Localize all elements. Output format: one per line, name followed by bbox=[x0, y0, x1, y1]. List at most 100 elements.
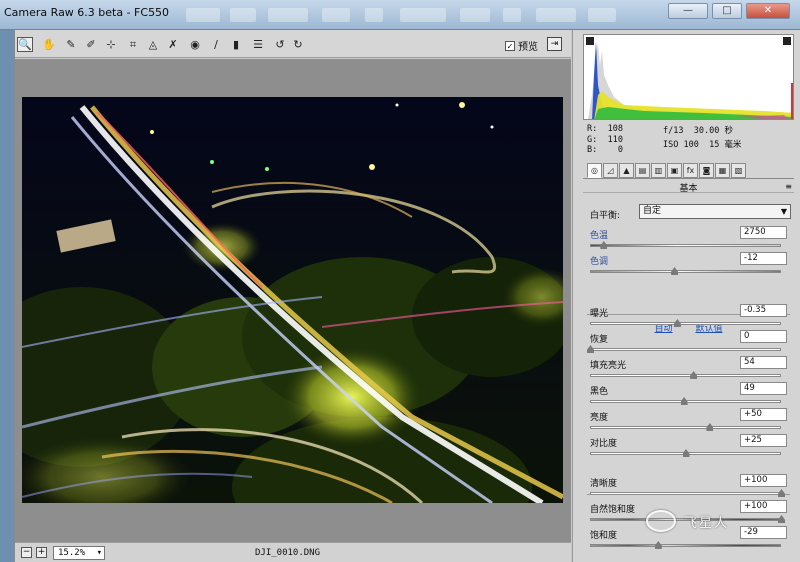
rotate-right-icon[interactable]: ↻ bbox=[290, 37, 306, 52]
zoom-level-select[interactable]: 15.2% ▾ bbox=[53, 546, 105, 560]
temperature-slider-track[interactable] bbox=[590, 244, 781, 247]
contrast-label: 对比度 bbox=[590, 439, 618, 449]
targeted-adjustment-tool-icon[interactable]: ⊹ bbox=[103, 37, 119, 52]
image-canvas[interactable] bbox=[15, 59, 571, 542]
hand-tool-icon[interactable]: ✋ bbox=[41, 37, 57, 52]
straighten-tool-icon[interactable]: ◬ bbox=[145, 37, 161, 52]
exposure-label: 曝光 bbox=[590, 309, 609, 319]
brightness-label: 亮度 bbox=[590, 413, 609, 423]
tint-slider-thumb[interactable] bbox=[671, 267, 679, 275]
temperature-slider-thumb[interactable] bbox=[600, 241, 608, 249]
clarity-slider-thumb[interactable] bbox=[778, 489, 785, 497]
contrast-slider-thumb[interactable] bbox=[682, 449, 690, 457]
brightness-value-field[interactable]: +50 bbox=[740, 408, 787, 421]
blacks-value-field[interactable]: 49 bbox=[740, 382, 787, 395]
night-highway-photo bbox=[22, 97, 563, 503]
exposure-slider-thumb[interactable] bbox=[673, 319, 681, 327]
vibrance-label: 自然饱和度 bbox=[590, 505, 636, 515]
g-value: 110 bbox=[607, 134, 623, 145]
section-title: 基本 ≡ bbox=[583, 181, 794, 194]
minimize-button[interactable]: — bbox=[668, 3, 708, 19]
zoom-in-button[interactable]: + bbox=[36, 547, 47, 558]
white-balance-select[interactable]: 自定 ▼ bbox=[639, 204, 791, 219]
hsl-tab-icon[interactable]: ▤ bbox=[635, 163, 650, 178]
snapshots-tab-icon[interactable]: ▧ bbox=[731, 163, 746, 178]
panel-tabs: ◎ ◿ ▲ ▤ ▥ ▣ fx ◙ ▦ ▧ bbox=[583, 163, 794, 179]
fill-light-slider-track[interactable] bbox=[590, 374, 781, 377]
exposure-slider-row: 曝光 -0.35 bbox=[583, 304, 794, 332]
file-name: DJI_0010.DNG bbox=[255, 548, 321, 558]
split-toning-tab-icon[interactable]: ▥ bbox=[651, 163, 666, 178]
close-button[interactable]: ✕ bbox=[746, 3, 790, 19]
graduated-filter-icon[interactable]: ▮ bbox=[228, 37, 244, 52]
preview-toggle[interactable]: ✓ 预览 bbox=[505, 38, 538, 53]
saturation-slider-track[interactable] bbox=[590, 544, 781, 547]
tint-value-field[interactable]: -12 bbox=[740, 252, 787, 265]
detail-tab-icon[interactable]: ▲ bbox=[619, 163, 634, 178]
contrast-value-field[interactable]: +25 bbox=[740, 434, 787, 447]
effects-tab-icon[interactable]: fx bbox=[683, 163, 698, 178]
aperture: f/13 bbox=[663, 126, 684, 136]
tone-curve-tab-icon[interactable]: ◿ bbox=[603, 163, 618, 178]
camera-calibration-tab-icon[interactable]: ◙ bbox=[699, 163, 714, 178]
red-eye-removal-tool-icon[interactable]: ◉ bbox=[187, 37, 203, 52]
color-sampler-tool-icon[interactable]: ✐ bbox=[83, 37, 99, 52]
tint-slider-track[interactable] bbox=[590, 270, 781, 273]
crop-tool-icon[interactable]: ⌗ bbox=[125, 37, 141, 52]
zoom-tool-icon[interactable]: 🔍 bbox=[17, 37, 33, 52]
preview-checkbox[interactable]: ✓ bbox=[505, 40, 515, 51]
vibrance-slider-thumb[interactable] bbox=[778, 515, 785, 523]
rotate-left-icon[interactable]: ↺ bbox=[272, 37, 288, 52]
exposure-slider-track[interactable] bbox=[590, 322, 781, 325]
saturation-label: 饱和度 bbox=[590, 531, 618, 541]
b-value: 0 bbox=[617, 145, 623, 155]
clarity-label: 清晰度 bbox=[590, 479, 618, 489]
maximize-button[interactable]: □ bbox=[712, 3, 742, 19]
zoom-level-value: 15.2% bbox=[58, 548, 86, 558]
shutter-speed: 30.00 秒 bbox=[693, 126, 733, 136]
temperature-value-field[interactable]: 2750 bbox=[740, 226, 787, 239]
highlight-clipping-icon[interactable] bbox=[783, 37, 791, 45]
saturation-slider-thumb[interactable] bbox=[654, 541, 662, 549]
histogram bbox=[583, 34, 794, 120]
fill-light-slider-thumb[interactable] bbox=[690, 371, 698, 379]
camera-raw-dialog: 🔍 ✋ ✎ ✐ ⊹ ⌗ ◬ ✗ ◉ ∕ ▮ ☰ ↺ ↻ ✓ 预览 ⇥ − + 1… bbox=[14, 30, 800, 562]
panel-menu-icon[interactable]: ≡ bbox=[785, 182, 792, 191]
status-bar: − + 15.2% ▾ DJI_0010.DNG bbox=[15, 542, 571, 562]
exif-info: f/13 30.00 秒 ISO 100 15 毫米 bbox=[663, 124, 741, 152]
clarity-slider-track[interactable] bbox=[590, 492, 781, 495]
shadow-clipping-icon[interactable] bbox=[586, 37, 594, 45]
blacks-slider-row: 黑色 49 bbox=[583, 382, 794, 410]
basic-tab-icon[interactable]: ◎ bbox=[587, 163, 602, 178]
adjustment-brush-icon[interactable]: ∕ bbox=[208, 37, 224, 52]
recovery-slider-thumb[interactable] bbox=[587, 345, 594, 353]
blacks-slider-thumb[interactable] bbox=[680, 397, 688, 405]
white-balance-tool-icon[interactable]: ✎ bbox=[63, 37, 79, 52]
fill-light-value-field[interactable]: 54 bbox=[740, 356, 787, 369]
fullscreen-toggle-icon[interactable]: ⇥ bbox=[547, 37, 562, 51]
recovery-slider-track[interactable] bbox=[590, 348, 781, 351]
zoom-out-button[interactable]: − bbox=[21, 547, 32, 558]
watermark: 飞星人 bbox=[646, 504, 766, 538]
brightness-slider-track[interactable] bbox=[590, 426, 781, 429]
chevron-down-icon: ▾ bbox=[96, 548, 102, 558]
preferences-icon[interactable]: ☰ bbox=[250, 37, 266, 52]
temperature-label: 色温 bbox=[590, 231, 609, 241]
clarity-value-field[interactable]: +100 bbox=[740, 474, 787, 487]
tint-slider-row: 色调 -12 bbox=[583, 252, 794, 280]
histogram-graph bbox=[588, 41, 793, 119]
brightness-slider-thumb[interactable] bbox=[706, 423, 714, 431]
toolbar: 🔍 ✋ ✎ ✐ ⊹ ⌗ ◬ ✗ ◉ ∕ ▮ ☰ ↺ ↻ ✓ 预览 ⇥ bbox=[15, 30, 571, 58]
recovery-label: 恢复 bbox=[590, 335, 609, 345]
presets-tab-icon[interactable]: ▦ bbox=[715, 163, 730, 178]
lens-corrections-tab-icon[interactable]: ▣ bbox=[667, 163, 682, 178]
clarity-slider-row: 清晰度 +100 bbox=[583, 474, 794, 502]
title-bar: Camera Raw 6.3 beta - FC550 — □ ✕ bbox=[0, 0, 800, 30]
recovery-value-field[interactable]: 0 bbox=[740, 330, 787, 343]
focal-length: 15 毫米 bbox=[709, 140, 742, 150]
exposure-value-field[interactable]: -0.35 bbox=[740, 304, 787, 317]
watermark-text: 飞星人 bbox=[684, 515, 730, 531]
pixel-readout: R: 108 G: 110 B: 0 f/13 30.00 秒 ISO 100 15 … bbox=[583, 122, 794, 160]
spot-removal-tool-icon[interactable]: ✗ bbox=[165, 37, 181, 52]
preview-image[interactable] bbox=[22, 97, 563, 503]
